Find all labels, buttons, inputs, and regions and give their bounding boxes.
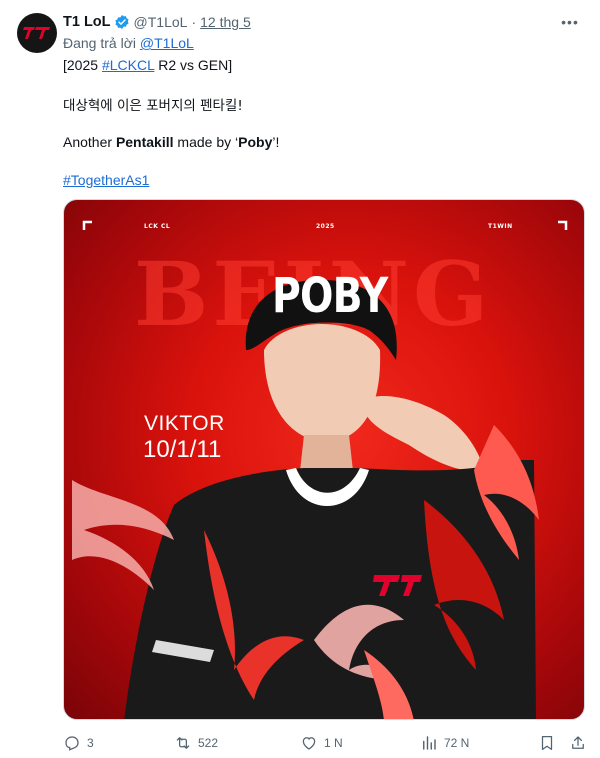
heart-icon [302, 737, 316, 750]
tweet-text-korean: 대상혁에 이은 포버지의 펜타킬! [63, 98, 243, 114]
separator: · [191, 14, 197, 30]
reply-button[interactable]: 3 [63, 733, 94, 753]
hashtag-lckcl-link[interactable]: #LCKCL [102, 57, 154, 73]
t1-logo-icon [23, 27, 50, 39]
hashtag-togetheras1-link[interactable]: #TogetherAs1 [63, 172, 149, 188]
bookmark-icon [541, 735, 553, 751]
retweet-button[interactable]: 522 [174, 733, 218, 753]
kda-score: 10/1/11 [143, 436, 222, 463]
analytics-icon [423, 736, 436, 750]
retweet-icon [176, 737, 190, 749]
reply-handle-link[interactable]: @T1LoL [140, 35, 194, 51]
like-button[interactable]: 1 N [300, 733, 343, 753]
player-name: POBY [272, 268, 388, 324]
avatar[interactable] [17, 13, 57, 53]
action-bar: 3 522 1 N 72 N [63, 733, 593, 753]
tweet-media-image[interactable]: BEING [63, 199, 585, 720]
reply-count: 3 [87, 736, 94, 750]
bookmark-button[interactable] [538, 733, 562, 753]
reply-icon [65, 736, 79, 751]
view-count: 72 N [444, 736, 470, 750]
text-segment: Another [63, 134, 116, 150]
tweet-header: T1 LoL @T1LoL · 12 thg 5 ••• [63, 12, 586, 32]
tweet-text-line1: [2025 #LCKCL R2 vs GEN] [63, 57, 232, 73]
year-label: 2025 [316, 223, 335, 230]
bold-poby: Poby [238, 134, 273, 150]
team-label: T1WIN [488, 223, 513, 230]
champion-name: VIKTOR [144, 412, 225, 435]
verified-badge-icon [114, 15, 129, 29]
share-icon [572, 736, 584, 749]
share-button[interactable] [569, 733, 593, 753]
like-count: 1 N [324, 736, 343, 750]
retweet-count: 522 [198, 736, 219, 750]
display-name[interactable]: T1 LoL [63, 14, 111, 30]
bold-pentakill: Pentakill [115, 134, 174, 150]
reply-prefix: Đang trả lời [63, 35, 136, 51]
handle[interactable]: @T1LoL [134, 14, 188, 30]
text-segment: ’! [272, 134, 280, 150]
text-segment: made by ‘ [173, 134, 239, 150]
replying-to: Đang trả lời @T1LoL [63, 35, 194, 51]
views-button[interactable]: 72 N [420, 733, 469, 753]
tweet-hashtag-line: #TogetherAs1 [63, 172, 149, 188]
tweet: T1 LoL @T1LoL · 12 thg 5 ••• Đang trả lờ… [0, 0, 600, 758]
tweet-text-line3: Another Pentakill made by ‘Poby’! [63, 134, 279, 150]
text-segment: [2025 [63, 57, 102, 73]
timestamp[interactable]: 12 thg 5 [200, 14, 251, 30]
more-icon[interactable]: ••• [560, 12, 580, 32]
league-label: LCK CL [144, 223, 171, 230]
text-segment: R2 vs GEN] [154, 57, 233, 73]
